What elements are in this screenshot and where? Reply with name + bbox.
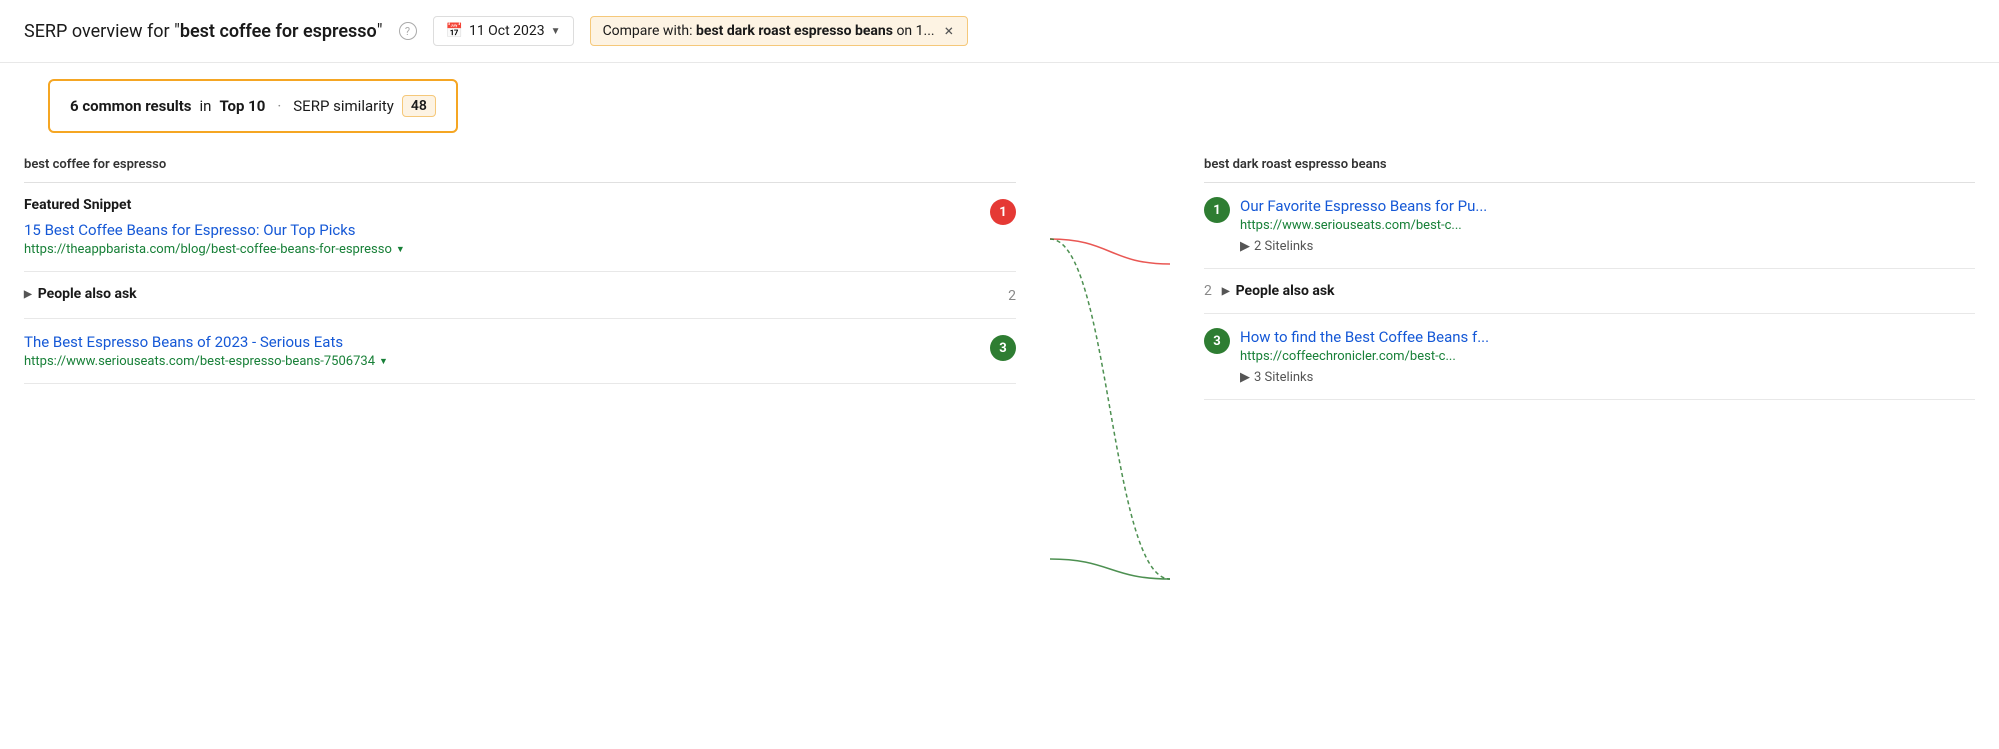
compare-badge: Compare with: best dark roast espresso b… [590,16,969,46]
header-bar: SERP overview for "best coffee for espre… [0,0,1999,63]
result-title-link[interactable]: 15 Best Coffee Beans for Espresso: Our T… [24,221,405,239]
help-icon[interactable]: ? [399,22,417,40]
right-paa-label: People also ask [1236,283,1335,299]
rank-badge-3: 3 [990,335,1016,361]
compare-label-text: Compare with: best dark roast espresso b… [603,23,935,39]
result-url[interactable]: https://theappbarista.com/blog/best-coff… [24,242,405,257]
people-also-ask-section: ▶ People also ask 2 [24,272,1016,319]
featured-snippet-label: Featured Snippet [24,197,405,213]
right-people-also-ask[interactable]: ▶ People also ask [1222,283,1335,299]
chevron-down-icon: ▼ [551,26,561,37]
date-selector[interactable]: 📅 11 Oct 2023 ▼ [433,16,574,46]
url-3-text: https://www.seriouseats.com/best-espress… [24,354,375,369]
left-column: best coffee for espresso Featured Snippe… [0,149,1040,400]
sitelinks-1-label: 2 Sitelinks [1254,239,1313,254]
in-label: in [200,97,212,115]
result-3-section: The Best Espresso Beans of 2023 - Seriou… [24,319,1016,384]
rank-number-2: 2 [1008,288,1016,304]
right-paa-section: 2 ▶ People also ask [1204,269,1975,314]
rank-badge-1: 1 [990,199,1016,225]
paa-label: People also ask [38,286,137,302]
compare-suffix: on 1... [893,23,935,39]
right-rank-badge-3: 3 [1204,328,1230,354]
connector-area [1040,149,1180,400]
compare-keyword: best dark roast espresso beans [696,23,893,39]
right-rank-number-2: 2 [1204,283,1212,299]
sitelinks-1[interactable]: ▶ 2 Sitelinks [1240,239,1487,254]
separator-dot: · [277,97,281,115]
sitelinks-3-label: 3 Sitelinks [1254,370,1313,385]
sitelinks-3-triangle-icon: ▶ [1240,370,1250,385]
summary-box: 6 common results in Top 10 · SERP simila… [48,79,458,133]
right-paa-triangle-icon: ▶ [1222,286,1230,297]
url-3-chevron-icon: ▼ [379,356,388,367]
calendar-icon: 📅 [446,23,463,39]
keyword-text: best coffee for espresso [180,21,377,42]
right-url-1-text: https://www.seriouseats.com/best-c... [1240,218,1462,233]
right-rank-badge-1: 1 [1204,197,1230,223]
right-column: best dark roast espresso beans 1 Our Fav… [1180,149,1999,400]
common-results-count: 6 common results [70,97,192,115]
url-text: https://theappbarista.com/blog/best-coff… [24,242,392,257]
triangle-icon: ▶ [24,289,32,300]
right-result-1-section: 1 Our Favorite Espresso Beans for Pu... … [1204,183,1975,269]
people-also-ask[interactable]: ▶ People also ask [24,286,137,302]
page-title: SERP overview for "best coffee for espre… [24,21,383,42]
right-result-3-section: 3 How to find the Best Coffee Beans f...… [1204,314,1975,400]
sitelinks-triangle-icon: ▶ [1240,239,1250,254]
right-result-1-url[interactable]: https://www.seriouseats.com/best-c... [1240,218,1487,233]
right-result-1-title[interactable]: Our Favorite Espresso Beans for Pu... [1240,197,1487,215]
date-value: 11 Oct 2023 [469,23,545,39]
right-column-header: best dark roast espresso beans [1204,149,1975,183]
result-3-url[interactable]: https://www.seriouseats.com/best-espress… [24,354,388,369]
featured-snippet-section: Featured Snippet 15 Best Coffee Beans fo… [24,183,1016,272]
similarity-value: 48 [402,95,436,117]
close-button[interactable]: × [943,23,956,39]
main-content: best coffee for espresso Featured Snippe… [0,149,1999,400]
sitelinks-3[interactable]: ▶ 3 Sitelinks [1240,370,1489,385]
similarity-label: SERP similarity [293,97,394,115]
right-url-3-text: https://coffeechronicler.com/best-c... [1240,349,1456,364]
right-result-3-url[interactable]: https://coffeechronicler.com/best-c... [1240,349,1489,364]
url-chevron-icon: ▼ [396,244,405,255]
result-3-title-link[interactable]: The Best Espresso Beans of 2023 - Seriou… [24,333,388,351]
left-column-header: best coffee for espresso [24,149,1016,183]
right-result-3-title[interactable]: How to find the Best Coffee Beans f... [1240,328,1489,346]
connector-svg [1040,149,1180,749]
top-10-label: Top 10 [219,97,265,115]
